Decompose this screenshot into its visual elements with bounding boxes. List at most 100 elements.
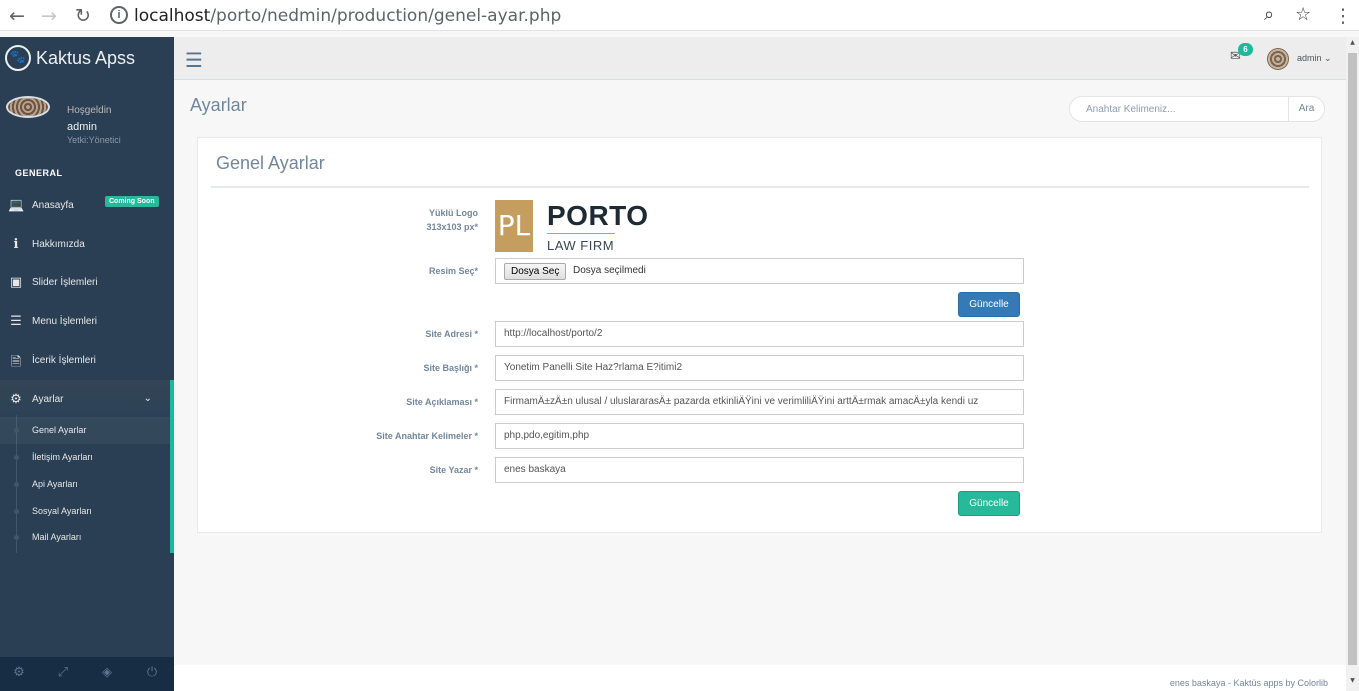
settings-panel: Genel Ayarlar Yüklü Logo 313x103 px* PL … xyxy=(197,137,1322,533)
update-settings-button[interactable]: Güncelle xyxy=(958,491,1020,516)
sidebar-item-label: Hakkımızda xyxy=(32,239,85,250)
field-label-anahtar-kelimeler: Site Anahtar Kelimeler * xyxy=(376,431,478,441)
user-menu[interactable]: admin ⌄ xyxy=(1297,53,1332,64)
paw-icon: 🐾 xyxy=(5,45,31,71)
scroll-down-icon[interactable]: ▼ xyxy=(1348,677,1357,687)
url-text: localhost/porto/nedmin/production/genel-… xyxy=(134,6,562,26)
search-button[interactable]: Ara xyxy=(1288,96,1325,122)
gear-icon: ⚙ xyxy=(10,392,22,407)
sidebar-item-label: Slider İşlemleri xyxy=(32,277,98,288)
profile-welcome: Hoşgeldin xyxy=(67,105,112,116)
chevron-down-icon: ⌄ xyxy=(143,393,152,404)
sidebar-item-label: İcerik İşlemleri xyxy=(32,355,96,366)
submenu-item-genel-ayarlar[interactable]: Genel Ayarlar xyxy=(0,417,170,444)
submenu-label: Api Ayarları xyxy=(32,479,78,489)
sidebar-item-ayarlar[interactable]: ⚙ Ayarlar ⌄ xyxy=(0,380,174,419)
field-label-site-adresi: Site Adresi * xyxy=(425,329,478,339)
sidebar-item-label: Ayarlar xyxy=(32,394,64,405)
submenu-item-iletisim-ayarlari[interactable]: İletişim Ayarları xyxy=(0,444,170,471)
submenu-label: Mail Ayarları xyxy=(32,532,82,542)
submenu-item-sosyal-ayarlari[interactable]: Sosyal Ayarları xyxy=(0,498,170,525)
sidebar-item-hakkimizda[interactable]: i Hakkımızda xyxy=(0,225,174,264)
info-icon: i xyxy=(13,237,19,252)
submenu-label: İletişim Ayarları xyxy=(32,452,93,462)
bookmark-star-icon[interactable]: ☆ xyxy=(1295,4,1311,25)
sidebar: 🐾 Kaktus Apss Hoşgeldin admin Yetki:Yöne… xyxy=(0,37,174,691)
logo-mark: PL xyxy=(495,200,533,252)
field-label-site-yazar: Site Yazar * xyxy=(429,465,478,475)
site-basligi-input[interactable]: Yonetim Panelli Site Haz?rlama E?itimi2 xyxy=(495,355,1024,381)
document-icon: 🗎 xyxy=(10,355,22,370)
submenu-label: Genel Ayarlar xyxy=(32,425,87,435)
sidebar-item-label: Menu İşlemleri xyxy=(32,316,98,327)
fullscreen-icon[interactable]: ⤢ xyxy=(53,665,73,680)
choose-file-button[interactable]: Dosya Seç xyxy=(504,263,567,280)
profile-avatar xyxy=(6,96,50,118)
section-title: GENERAL xyxy=(15,168,63,178)
logo-subtitle: LAW FIRM xyxy=(547,238,615,253)
chevron-down-icon: ⌄ xyxy=(1324,54,1332,64)
current-logo: PL PORTO LAW FIRM xyxy=(495,200,655,253)
sidebar-item-anasayfa[interactable]: 💻 Anasayfa Coming Soon xyxy=(0,186,174,225)
main-content: Ayarlar Ara Genel Ayarlar Yüklü Logo 313… xyxy=(174,80,1346,665)
scroll-thumb[interactable] xyxy=(1348,53,1357,665)
field-label-site-basligi: Site Başlığı * xyxy=(423,363,478,373)
logo-name: PORTO xyxy=(547,200,649,231)
site-yazar-input[interactable]: enes baskaya xyxy=(495,457,1024,483)
profile-name: admin xyxy=(67,121,97,133)
site-info-icon[interactable]: i xyxy=(110,6,128,24)
zoom-icon[interactable]: ⌕ xyxy=(1264,4,1274,25)
scroll-up-icon[interactable]: ▲ xyxy=(1348,39,1357,49)
submenu-item-api-ayarlari[interactable]: Api Ayarları xyxy=(0,471,170,498)
browser-toolbar: ← → ↻ i localhost/porto/nedmin/productio… xyxy=(0,0,1359,31)
field-label-site-aciklamasi: Site Açıklaması * xyxy=(406,397,478,407)
bullet-icon xyxy=(14,509,19,514)
brand-name: Kaktus Apss xyxy=(36,48,136,68)
settings-icon[interactable]: ⚙ xyxy=(9,665,29,680)
sidebar-item-menu[interactable]: ☰ Menu İşlemleri xyxy=(0,302,174,341)
site-aciklamasi-input[interactable]: FirmamÄ±zÄ±n ulusal / uluslararasÄ± paza… xyxy=(495,389,1024,415)
back-icon[interactable]: ← xyxy=(6,5,28,27)
reload-icon[interactable]: ↻ xyxy=(72,5,94,27)
logo-label-line1: Yüklü Logo xyxy=(429,208,478,218)
avatar[interactable] xyxy=(1267,48,1289,70)
logo-label-line2: 313x103 px* xyxy=(426,222,478,232)
power-icon[interactable]: ⏻ xyxy=(142,665,162,680)
image-icon: ▣ xyxy=(9,275,23,290)
lock-icon[interactable]: ◈ xyxy=(97,665,117,680)
sidebar-footer: ⚙ ⤢ ◈ ⏻ xyxy=(0,657,174,691)
mail-count-badge: 6 xyxy=(1238,43,1253,56)
bullet-icon xyxy=(14,482,19,487)
anahtar-kelimeler-input[interactable]: php,pdo,egitim,php xyxy=(495,423,1024,449)
scrollbar[interactable]: ▲ ▼ xyxy=(1346,37,1359,691)
submenu-item-mail-ayarlari[interactable]: Mail Ayarları xyxy=(0,524,170,551)
profile-role: Yetki:Yönetici xyxy=(67,135,121,145)
address-bar[interactable]: i localhost/porto/nedmin/production/gene… xyxy=(102,2,1322,29)
panel-divider xyxy=(211,186,1309,188)
logo-rule xyxy=(547,233,615,234)
forward-icon[interactable]: → xyxy=(38,5,60,27)
bullet-icon xyxy=(14,428,19,433)
page-footer: enes baskaya - Kaktüs apps by Colorlib xyxy=(174,665,1346,691)
file-label: Resim Seç* xyxy=(428,266,478,276)
page-title: Ayarlar xyxy=(190,95,247,115)
search-group: Ara xyxy=(1069,96,1325,122)
panel-title: Genel Ayarlar xyxy=(216,153,325,173)
footer-text: enes baskaya - Kaktüs apps by Colorlib xyxy=(1169,678,1328,688)
menu-toggle-icon[interactable]: ☰ xyxy=(185,48,203,72)
update-logo-button[interactable]: Güncelle xyxy=(958,292,1020,317)
file-input[interactable]: Dosya Seç Dosya seçilmedi xyxy=(495,258,1024,284)
file-status: Dosya seçilmedi xyxy=(573,265,646,276)
search-input[interactable] xyxy=(1069,96,1289,122)
brand[interactable]: 🐾 Kaktus Apss xyxy=(0,37,174,79)
sidebar-item-slider[interactable]: ▣ Slider İşlemleri xyxy=(0,263,174,302)
ayarlar-submenu: Genel Ayarlar İletişim Ayarları Api Ayar… xyxy=(0,415,174,553)
site-adresi-input[interactable]: http://localhost/porto/2 xyxy=(495,321,1024,347)
coming-soon-badge: Coming Soon xyxy=(105,196,159,207)
list-icon: ☰ xyxy=(10,314,22,329)
sidebar-item-label: Anasayfa xyxy=(32,200,74,211)
laptop-icon: 💻 xyxy=(8,198,25,213)
browser-menu-icon[interactable]: ⋮ xyxy=(1332,5,1354,27)
bullet-icon xyxy=(14,535,19,540)
sidebar-item-icerik[interactable]: 🗎 İcerik İşlemleri xyxy=(0,341,174,380)
